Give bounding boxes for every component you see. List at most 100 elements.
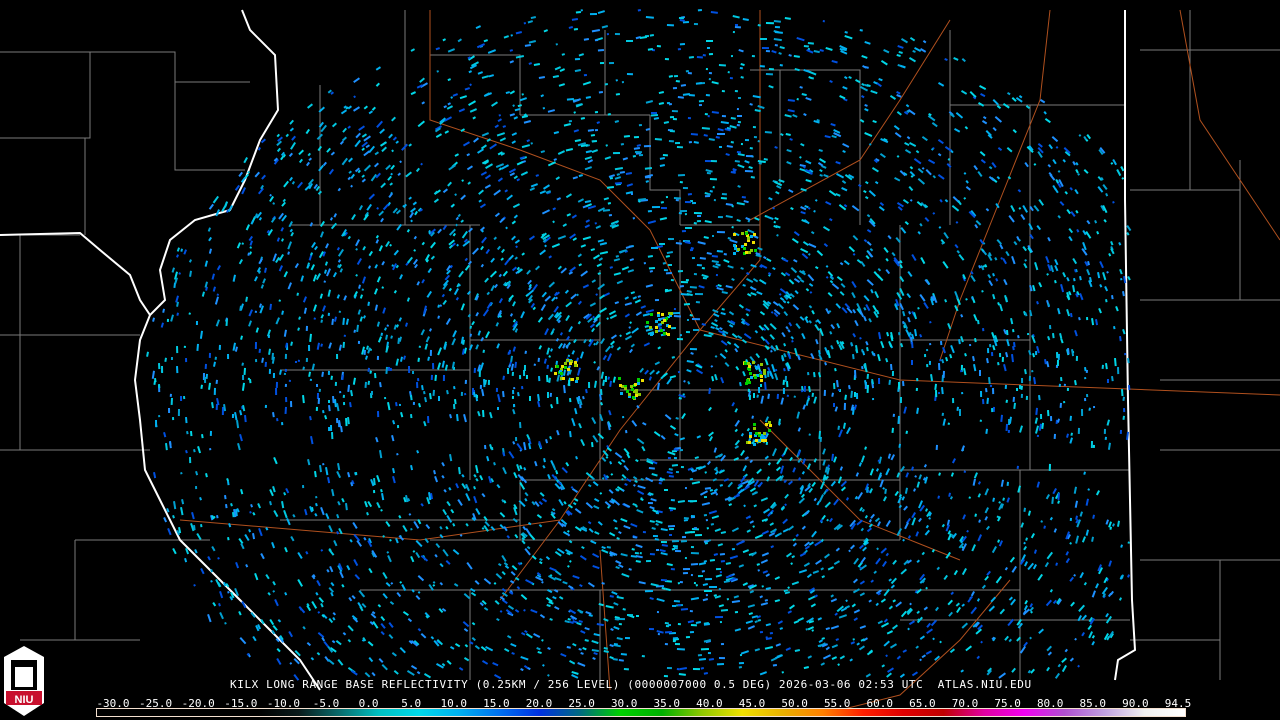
echo-pixel	[560, 267, 567, 274]
echo-pixel	[502, 375, 505, 380]
echo-pixel	[342, 317, 345, 325]
echo-pixel	[325, 243, 329, 249]
echo-pixel	[823, 242, 829, 248]
echo-pixel	[793, 231, 800, 237]
echo-pixel	[302, 395, 305, 404]
echo-pixel	[649, 270, 653, 273]
echo-pixel	[380, 332, 383, 336]
echo-pixel	[1074, 500, 1078, 508]
echo-pixel	[979, 151, 986, 157]
echo-pixel	[807, 655, 812, 659]
echo-pixel	[453, 404, 456, 410]
echo-pixel	[676, 648, 685, 651]
echo-pixel	[536, 514, 542, 519]
echo-pixel	[888, 578, 893, 582]
echo-pixel	[833, 498, 840, 506]
echo-pixel	[457, 38, 462, 43]
echo-pixel	[770, 350, 773, 353]
echo-pixel	[1105, 363, 1108, 370]
echo-pixel	[417, 627, 422, 632]
echo-pixel	[554, 577, 562, 582]
radar-map	[0, 9, 1280, 716]
echo-pixel	[1094, 220, 1098, 224]
echo-core	[638, 393, 641, 396]
echo-pixel	[885, 257, 889, 262]
echo-pixel	[480, 337, 484, 342]
echo-pixel	[555, 360, 559, 365]
echo-pixel	[636, 615, 639, 617]
echo-pixel	[1052, 333, 1055, 339]
echo-pixel	[207, 613, 212, 623]
echo-pixel	[620, 553, 628, 557]
echo-pixel	[512, 203, 521, 209]
echo-pixel	[839, 466, 844, 471]
echo-pixel	[974, 224, 979, 229]
echo-pixel	[1012, 396, 1016, 402]
echo-pixel	[979, 419, 982, 422]
echo-pixel	[873, 570, 878, 574]
echo-pixel	[751, 415, 754, 419]
echo-pixel	[558, 499, 564, 506]
echo-pixel	[328, 168, 334, 175]
echo-pixel	[868, 599, 872, 603]
echo-core	[663, 332, 666, 335]
echo-pixel	[1123, 407, 1126, 413]
echo-pixel	[808, 320, 812, 324]
echo-pixel	[512, 441, 516, 445]
echo-pixel	[272, 486, 276, 493]
echo-pixel	[213, 361, 216, 367]
echo-pixel	[238, 538, 244, 545]
echo-pixel	[923, 606, 928, 611]
echo-pixel	[498, 298, 503, 304]
echo-pixel	[825, 265, 829, 268]
echo-pixel	[989, 344, 992, 348]
echo-pixel	[315, 503, 318, 507]
echo-pixel	[718, 604, 725, 608]
echo-pixel	[639, 551, 642, 555]
echo-pixel	[497, 393, 501, 403]
echo-pixel	[609, 595, 614, 598]
echo-pixel	[526, 139, 531, 143]
echo-pixel	[380, 182, 386, 189]
echo-pixel	[727, 481, 734, 488]
echo-pixel	[242, 374, 245, 381]
echo-pixel	[668, 139, 674, 143]
echo-pixel	[774, 373, 779, 381]
echo-pixel	[520, 311, 525, 319]
echo-pixel	[980, 92, 986, 98]
echo-pixel	[289, 228, 294, 233]
echo-pixel	[896, 202, 904, 208]
echo-pixel	[1034, 262, 1039, 271]
echo-pixel	[859, 118, 865, 123]
echo-pixel	[864, 41, 871, 45]
echo-pixel	[813, 209, 816, 213]
echo-pixel	[816, 250, 824, 257]
echo-pixel	[807, 252, 811, 256]
echo-pixel	[879, 202, 885, 207]
echo-pixel	[973, 314, 978, 322]
echo-pixel	[807, 274, 815, 282]
echo-pixel	[340, 109, 347, 115]
echo-pixel	[835, 193, 841, 197]
echo-pixel	[442, 299, 447, 306]
echo-pixel	[607, 202, 611, 205]
echo-pixel	[705, 594, 709, 597]
echo-pixel	[563, 500, 567, 505]
echo-pixel	[1033, 162, 1037, 166]
echo-pixel	[941, 523, 945, 528]
echo-pixel	[1121, 388, 1124, 397]
echo-pixel	[703, 672, 708, 675]
echo-pixel	[614, 120, 620, 123]
echo-pixel	[995, 278, 999, 282]
echo-pixel	[512, 408, 516, 415]
echo-pixel	[296, 181, 303, 189]
echo-pixel	[771, 364, 776, 373]
echo-pixel	[1099, 261, 1104, 269]
echo-pixel	[526, 545, 531, 550]
echo-pixel	[800, 493, 805, 499]
echo-pixel	[676, 338, 683, 341]
echo-pixel	[577, 253, 582, 258]
echo-pixel	[296, 292, 299, 296]
echo-pixel	[585, 388, 588, 394]
echo-pixel	[555, 338, 560, 342]
